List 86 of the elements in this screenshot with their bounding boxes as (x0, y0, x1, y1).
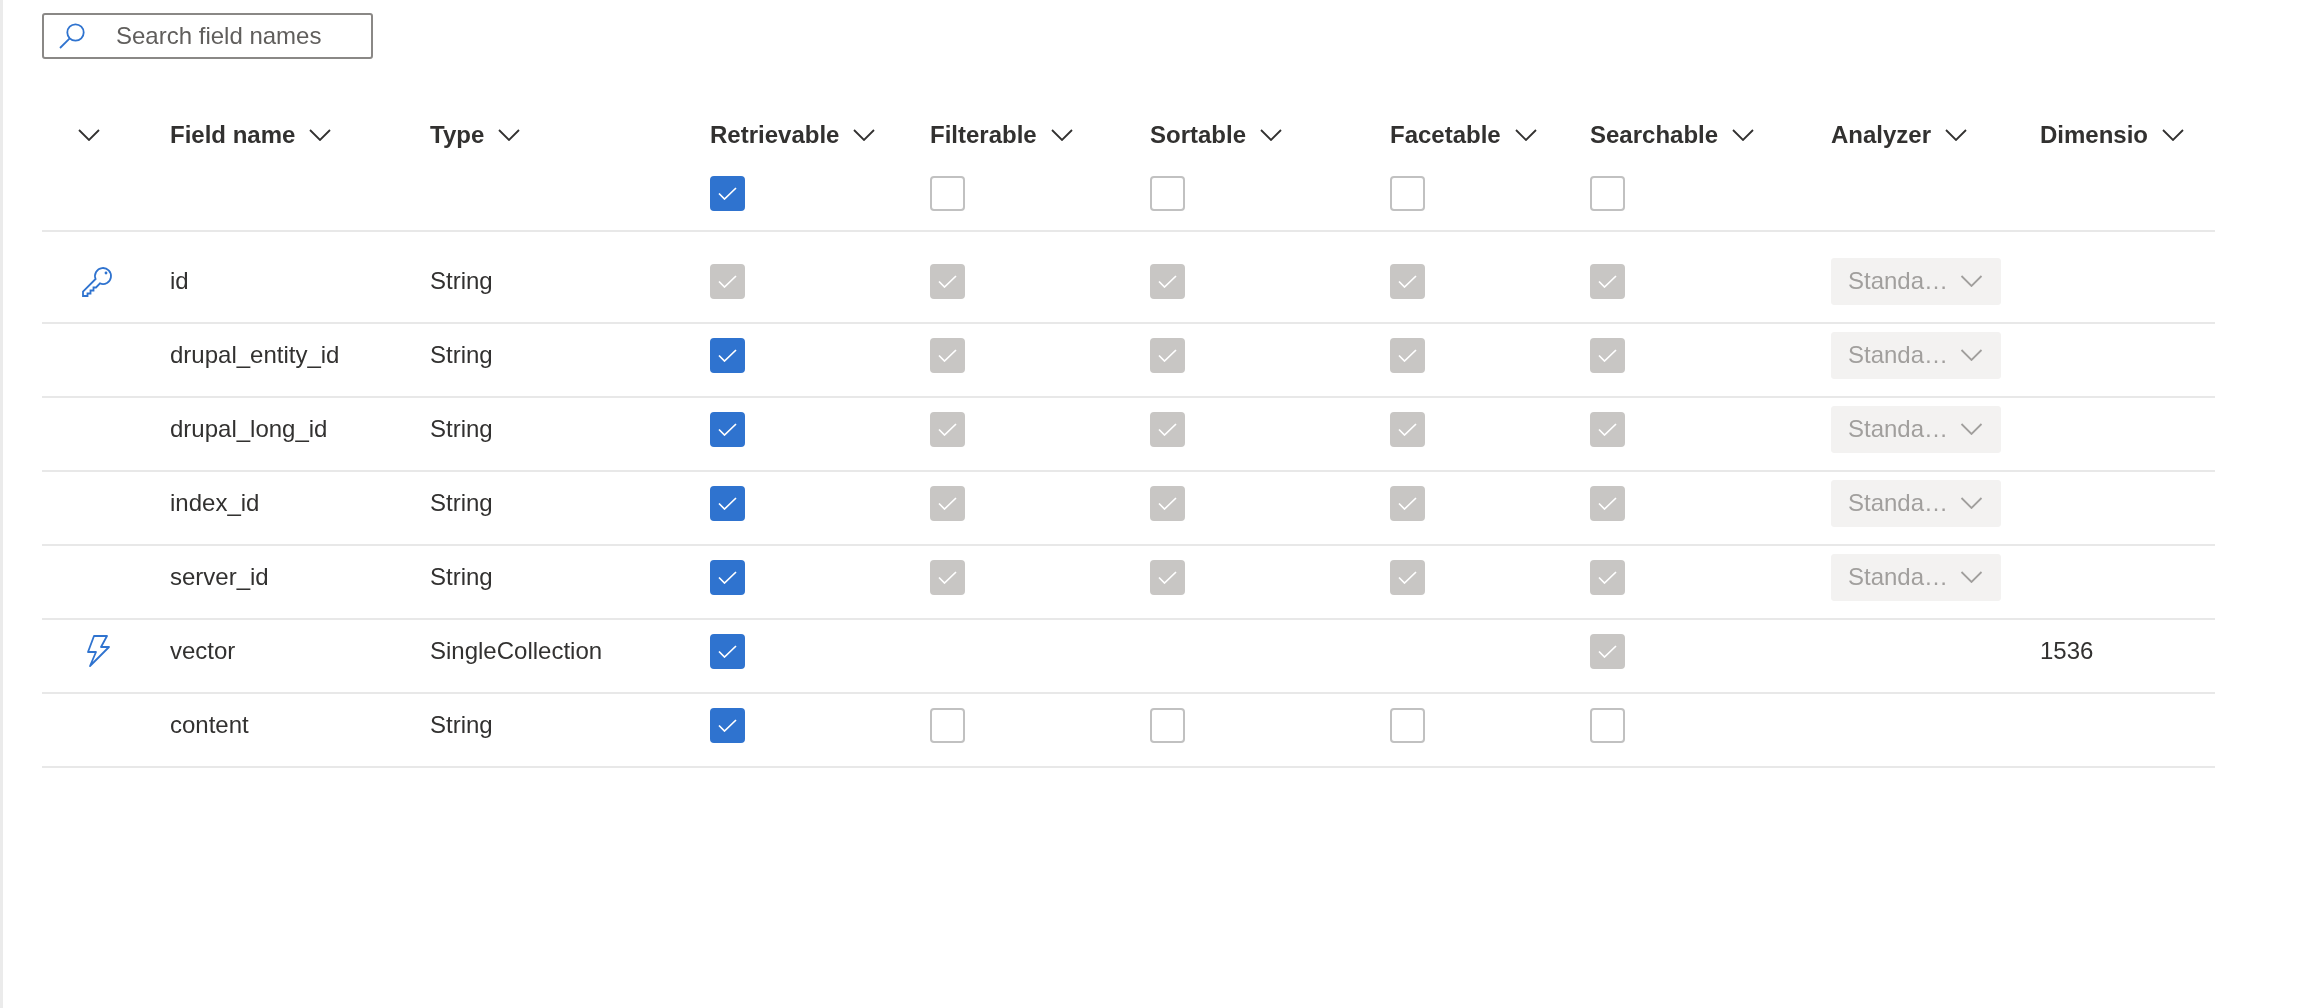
column-header[interactable]: Analyzer (1831, 121, 1968, 149)
key-icon (82, 265, 114, 297)
checkbox[interactable] (710, 485, 745, 521)
chevron-down-icon (1960, 275, 1983, 287)
field-name: drupal_entity_id (170, 341, 340, 369)
checkmark-icon (718, 274, 737, 288)
checkbox[interactable] (710, 707, 745, 743)
checkmark-icon (1598, 496, 1617, 510)
checkmark-icon (938, 274, 957, 288)
checkmark-icon (718, 422, 737, 436)
field-type: String (430, 711, 493, 739)
checkmark-icon (1398, 274, 1417, 288)
checkmark-icon (1158, 422, 1177, 436)
chevron-down-icon (853, 129, 876, 141)
chevron-down-icon (1960, 497, 1983, 509)
chevron-down-icon (1960, 571, 1983, 583)
checkbox[interactable] (1590, 176, 1625, 211)
checkbox[interactable] (710, 559, 745, 595)
column-header[interactable]: Type (430, 121, 521, 149)
dimension-value: 1536 (2040, 637, 2094, 665)
field-type: String (430, 489, 493, 517)
checkbox[interactable] (930, 176, 965, 211)
chevron-down-icon (1960, 349, 1983, 361)
chevron-down-icon (309, 129, 332, 141)
checkmark-icon (938, 570, 957, 584)
field-name: drupal_long_id (170, 415, 328, 443)
checkmark-icon (1398, 496, 1417, 510)
lightning-icon (85, 635, 111, 667)
checkmark-icon (1398, 570, 1417, 584)
chevron-down-icon (1732, 129, 1755, 141)
chevron-down-icon (2162, 129, 2185, 141)
checkmark-icon (1158, 570, 1177, 584)
chevron-down-icon (1050, 129, 1073, 141)
checkmark-icon (1158, 496, 1177, 510)
checkmark-icon (1598, 422, 1617, 436)
checkbox[interactable] (930, 707, 965, 743)
checkmark-icon (938, 496, 957, 510)
chevron-down-icon (1260, 129, 1283, 141)
checkbox[interactable] (710, 176, 745, 211)
checkmark-icon (1598, 644, 1617, 658)
checkmark-icon (718, 187, 737, 200)
field-name: vector (170, 637, 236, 665)
checkmark-icon (1598, 348, 1617, 362)
column-header[interactable]: Filterable (930, 121, 1073, 149)
column-header[interactable]: Dimensio (2040, 121, 2185, 149)
field-type: String (430, 267, 493, 295)
chevron-down-icon[interactable] (78, 129, 100, 141)
checkbox[interactable] (1590, 707, 1625, 743)
checkbox[interactable] (1150, 176, 1185, 211)
checkmark-icon (718, 644, 737, 658)
checkmark-icon (1398, 348, 1417, 362)
field-type: String (430, 415, 493, 443)
field-type: String (430, 341, 493, 369)
checkbox[interactable] (710, 337, 745, 373)
checkbox[interactable] (710, 633, 745, 669)
field-name: id (170, 267, 189, 295)
checkmark-icon (718, 570, 737, 584)
checkmark-icon (1598, 274, 1617, 288)
checkbox[interactable] (710, 411, 745, 447)
chevron-down-icon (1514, 129, 1537, 141)
field-name: index_id (170, 489, 260, 517)
column-header[interactable]: Searchable (1590, 121, 1755, 149)
field-type: SingleCollection (430, 637, 603, 665)
column-header[interactable]: Retrievable (710, 121, 876, 149)
checkbox[interactable] (1390, 707, 1425, 743)
checkmark-icon (718, 348, 737, 362)
chevron-down-icon (498, 129, 521, 141)
checkmark-icon (1598, 570, 1617, 584)
field-name: content (170, 711, 249, 739)
search-field[interactable]: Search field names (42, 13, 373, 59)
field-name: server_id (170, 563, 269, 591)
checkmark-icon (1398, 422, 1417, 436)
chevron-down-icon (1960, 423, 1983, 435)
checkmark-icon (718, 496, 737, 510)
column-header[interactable]: Facetable (1390, 121, 1537, 149)
checkmark-icon (1158, 274, 1177, 288)
checkbox[interactable] (1390, 176, 1425, 211)
checkmark-icon (938, 422, 957, 436)
checkmark-icon (718, 718, 737, 732)
column-header[interactable]: Sortable (1150, 121, 1283, 149)
checkbox[interactable] (1150, 707, 1185, 743)
checkmark-icon (1158, 348, 1177, 362)
checkmark-icon (938, 348, 957, 362)
field-type: String (430, 563, 493, 591)
chevron-down-icon (1945, 129, 1968, 141)
column-header[interactable]: Field name (170, 121, 332, 149)
